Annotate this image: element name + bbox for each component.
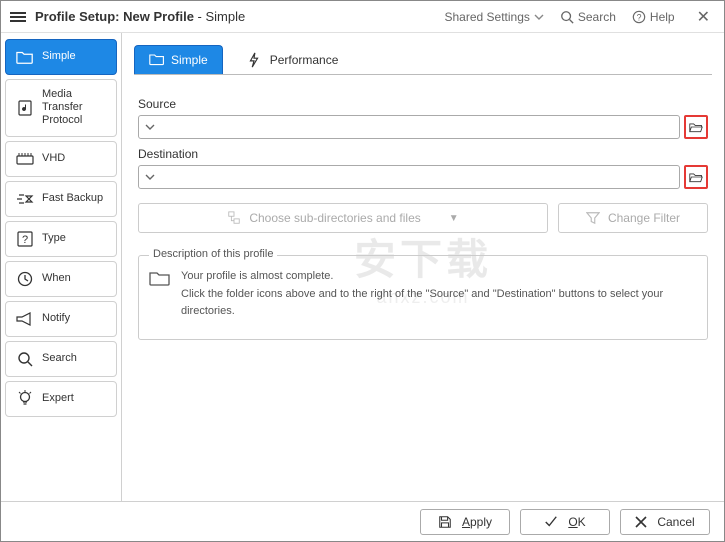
description-group: Description of this profile Your profile… — [138, 255, 708, 340]
description-legend: Description of this profile — [149, 248, 277, 260]
sidebar-item-label: VHD — [42, 152, 65, 165]
filter-tree-icon — [227, 211, 241, 225]
sidebar-item-mtp[interactable]: Media Transfer Protocol — [5, 79, 117, 137]
sidebar-item-simple[interactable]: Simple — [5, 39, 117, 75]
button-label: Choose sub-directories and files — [249, 211, 420, 225]
change-filter-button[interactable]: Change Filter — [558, 203, 708, 233]
folder-open-icon — [689, 171, 703, 183]
shared-settings-button[interactable]: Shared Settings — [436, 6, 551, 28]
header-search-button[interactable]: Search — [552, 6, 624, 28]
help-button[interactable]: ? Help — [624, 6, 683, 28]
sidebar-item-label: Notify — [42, 312, 70, 325]
button-label: Change Filter — [608, 211, 680, 225]
apply-button[interactable]: Apply — [420, 509, 510, 535]
button-label: Apply — [462, 515, 492, 529]
funnel-icon — [586, 211, 600, 225]
tab-bar: Simple Performance — [134, 41, 712, 75]
sidebar-item-label: Type — [42, 232, 66, 245]
caret-down-icon: ▼ — [449, 213, 459, 224]
folder-open-icon — [689, 121, 703, 133]
chevron-down-icon — [534, 12, 544, 22]
megaphone-icon — [16, 310, 34, 328]
tab-performance[interactable]: Performance — [233, 45, 354, 74]
source-label: Source — [138, 97, 708, 111]
source-combo[interactable] — [138, 115, 680, 139]
sidebar-item-type[interactable]: ? Type — [5, 221, 117, 257]
lightning-icon — [248, 52, 264, 68]
sidebar-item-label: Fast Backup — [42, 192, 103, 205]
destination-combo[interactable] — [138, 165, 680, 189]
sidebar-item-when[interactable]: When — [5, 261, 117, 297]
description-text: Your profile is almost complete. Click t… — [181, 268, 697, 321]
folder-icon — [149, 270, 171, 288]
sidebar-item-label: Media Transfer Protocol — [42, 88, 106, 128]
svg-text:?: ? — [636, 12, 641, 22]
vhd-icon — [16, 150, 34, 168]
check-icon — [544, 515, 558, 529]
search-icon — [16, 350, 34, 368]
save-icon — [438, 515, 452, 529]
close-button[interactable]: ✕ — [691, 7, 716, 27]
lightbulb-icon — [16, 390, 34, 408]
window-title: Profile Setup: New Profile - Simple — [35, 9, 245, 24]
type-icon: ? — [16, 230, 34, 248]
sidebar-item-label: Search — [42, 352, 77, 365]
choose-subdirs-button[interactable]: Choose sub-directories and files ▼ — [138, 203, 548, 233]
svg-text:?: ? — [22, 234, 28, 246]
destination-label: Destination — [138, 147, 708, 161]
source-browse-button[interactable] — [684, 115, 708, 139]
sidebar-item-label: Simple — [42, 50, 76, 63]
button-label: Cancel — [657, 515, 694, 529]
footer: Apply OK Cancel — [1, 501, 724, 541]
help-icon: ? — [632, 10, 646, 24]
sidebar-item-search[interactable]: Search — [5, 341, 117, 377]
tab-label: Performance — [270, 53, 339, 67]
sidebar-item-label: When — [42, 272, 71, 285]
ok-button[interactable]: OK — [520, 509, 610, 535]
fast-icon — [16, 190, 34, 208]
title-bar: Profile Setup: New Profile - Simple Shar… — [1, 1, 724, 33]
tab-label: Simple — [171, 53, 208, 67]
chevron-down-icon — [145, 172, 155, 182]
search-icon — [560, 10, 574, 24]
sidebar-item-fast-backup[interactable]: Fast Backup — [5, 181, 117, 217]
sidebar: Simple Media Transfer Protocol VHD Fast … — [1, 33, 122, 501]
sidebar-item-label: Expert — [42, 392, 74, 405]
clock-icon — [16, 270, 34, 288]
close-icon — [635, 516, 647, 528]
hamburger-icon[interactable] — [9, 8, 27, 26]
music-note-icon — [16, 99, 34, 117]
folder-icon — [16, 48, 34, 66]
destination-browse-button[interactable] — [684, 165, 708, 189]
cancel-button[interactable]: Cancel — [620, 509, 710, 535]
tab-simple[interactable]: Simple — [134, 45, 223, 74]
sidebar-item-notify[interactable]: Notify — [5, 301, 117, 337]
sidebar-item-expert[interactable]: Expert — [5, 381, 117, 417]
chevron-down-icon — [145, 122, 155, 132]
main-panel: 安下载 anxz.com Simple Performance Source — [122, 33, 724, 501]
sidebar-item-vhd[interactable]: VHD — [5, 141, 117, 177]
button-label: OK — [568, 515, 585, 529]
folder-icon — [149, 52, 165, 68]
